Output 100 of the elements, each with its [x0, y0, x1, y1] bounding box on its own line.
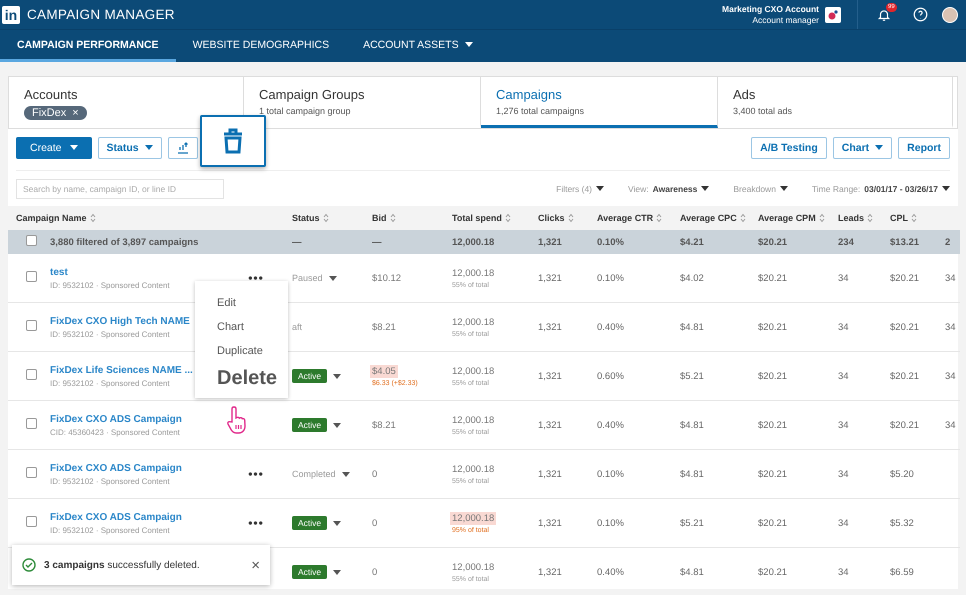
table-cell-text: 1,321: [538, 420, 563, 430]
spend-value: 12,000.18: [451, 414, 496, 427]
caret-icon: [596, 186, 604, 191]
create-button[interactable]: Create: [16, 136, 92, 158]
sort-icon: [911, 213, 917, 223]
more-button[interactable]: •••: [246, 467, 266, 481]
table-cell-text: $20.21: [758, 370, 788, 382]
campaign-link[interactable]: FixDex CXO ADS Campaign: [50, 512, 240, 522]
search-field[interactable]: Search by name, campaign ID, or line ID: [16, 178, 224, 198]
table-cell-text: 34: [945, 420, 957, 430]
sort-icon: [818, 213, 825, 223]
menu-item[interactable]: Edit: [195, 291, 288, 315]
column-header[interactable]: CPL: [890, 213, 945, 223]
bid-value: 0: [371, 516, 378, 530]
sort-icon: [656, 213, 662, 223]
table-cell-text: 34: [945, 370, 957, 382]
table-cell-text: 34: [945, 272, 957, 284]
table-cell-text: 0.60%: [597, 370, 625, 382]
row-checkbox[interactable]: [26, 516, 37, 527]
table-cell-text: —: [372, 236, 382, 248]
menu-item[interactable]: Delete: [195, 363, 288, 390]
table-cell-text: $4.02: [680, 272, 705, 284]
campaign-link[interactable]: test: [50, 266, 240, 278]
total-label: 3,880 filtered of 3,897 campaigns: [50, 236, 200, 248]
row-checkbox[interactable]: [26, 467, 37, 478]
bid-value: 0: [371, 566, 378, 578]
table-cell-text: $20.21: [890, 322, 920, 332]
table-cell-text: 0.40%: [597, 566, 625, 578]
account-chip[interactable]: FixDex ×: [24, 106, 87, 120]
filter-dropdown[interactable]: Time Range: 03/01/17 - 03/26/17: [812, 184, 950, 194]
sort-icon: [504, 213, 511, 223]
column-header[interactable]: Bid: [372, 213, 452, 223]
table-cell-text: 234: [838, 236, 855, 248]
user-avatar[interactable]: [942, 6, 958, 22]
table-cell-text: 1,321: [538, 566, 563, 578]
column-header[interactable]: Average CTR: [597, 213, 680, 223]
status-badge: Active: [292, 516, 328, 530]
table-cell-text: $20.21: [758, 566, 788, 578]
menu-item[interactable]: Duplicate: [195, 339, 288, 363]
toolbar-button[interactable]: Report: [898, 136, 950, 158]
more-button[interactable]: •••: [246, 271, 266, 285]
column-header[interactable]: Average CPC: [680, 213, 758, 223]
status-badge: Active: [292, 565, 328, 579]
trash-icon: [222, 128, 244, 154]
caret-icon: [780, 186, 788, 191]
row-checkbox[interactable]: [26, 369, 37, 380]
more-button[interactable]: •••: [246, 516, 266, 530]
column-header[interactable]: Average CPM: [758, 213, 838, 223]
logo[interactable]: in: [2, 6, 20, 24]
table-cell-text: 1,321: [538, 322, 563, 332]
caret-icon: [942, 186, 950, 191]
table-cell-text: $13.21: [890, 236, 920, 248]
toolbar-button[interactable]: Chart: [832, 136, 892, 158]
status-dropdown[interactable]: Status: [98, 136, 162, 158]
column-header[interactable]: Status: [292, 213, 372, 223]
campaign-link[interactable]: FixDex CXO ADS Campaign: [50, 462, 240, 474]
spend-value: 12,000.18: [451, 561, 496, 574]
table-cell-text: 12,000.18: [452, 236, 496, 248]
table-cell-text: 34: [838, 370, 850, 382]
sort-icon: [90, 213, 96, 223]
select-all-checkbox[interactable]: [26, 235, 37, 246]
table-cell-text: $20.21: [758, 272, 788, 284]
bid-value: $10.12: [371, 272, 402, 284]
table-cell-text: $20.21: [758, 236, 788, 248]
nav-tab[interactable]: ACCOUNT ASSETS: [346, 30, 490, 62]
status-badge: Active: [292, 418, 328, 432]
table-cell-text: $20.21: [758, 420, 788, 430]
column-header[interactable]: Total spend: [452, 213, 538, 223]
export-button[interactable]: [168, 136, 198, 158]
row-checkbox[interactable]: [26, 418, 37, 429]
table-cell-text: $20.21: [890, 272, 920, 284]
column-header[interactable]: Campaign Name: [16, 213, 292, 223]
column-header[interactable]: Leads: [838, 213, 890, 223]
filter-dropdown[interactable]: View: Awareness: [628, 184, 710, 194]
nav-tab[interactable]: WEBSITE DEMOGRAPHICS: [176, 30, 346, 62]
sort-icon: [568, 213, 574, 223]
toolbar-button[interactable]: A/B Testing: [751, 136, 827, 158]
table-cell-text: $20.21: [890, 370, 920, 382]
spend-value: 12,000.18: [451, 267, 496, 280]
close-button[interactable]: ×: [251, 556, 260, 574]
row-checkbox[interactable]: [26, 320, 37, 331]
summary-tab[interactable]: Campaigns 1,276 total campaigns: [481, 77, 718, 128]
table-cell-text: 34: [838, 420, 850, 430]
row-checkbox[interactable]: [26, 271, 37, 282]
sort-icon: [322, 213, 329, 223]
campaign-meta: CID: 45360423 · Sponsored Content: [50, 428, 181, 436]
remove-icon[interactable]: ×: [72, 107, 79, 119]
table-cell-text: 0.10%: [597, 236, 625, 248]
table-cell-text: $5.21: [680, 518, 705, 528]
table-cell-text: 0.10%: [597, 468, 625, 480]
delete-button[interactable]: [200, 115, 266, 167]
column-header[interactable]: Clicks: [538, 213, 597, 223]
table-cell-text: 34: [838, 566, 850, 578]
toast-message: 3 campaigns successfully deleted.: [44, 560, 201, 570]
table-cell-text: $20.21: [758, 468, 788, 480]
table-cell-text: $20.21: [758, 322, 788, 332]
sort-icon: [390, 213, 396, 223]
app-title: CAMPAIGN MANAGER: [27, 7, 176, 22]
menu-item[interactable]: Chart: [195, 315, 288, 339]
account-logo[interactable]: [825, 6, 841, 22]
